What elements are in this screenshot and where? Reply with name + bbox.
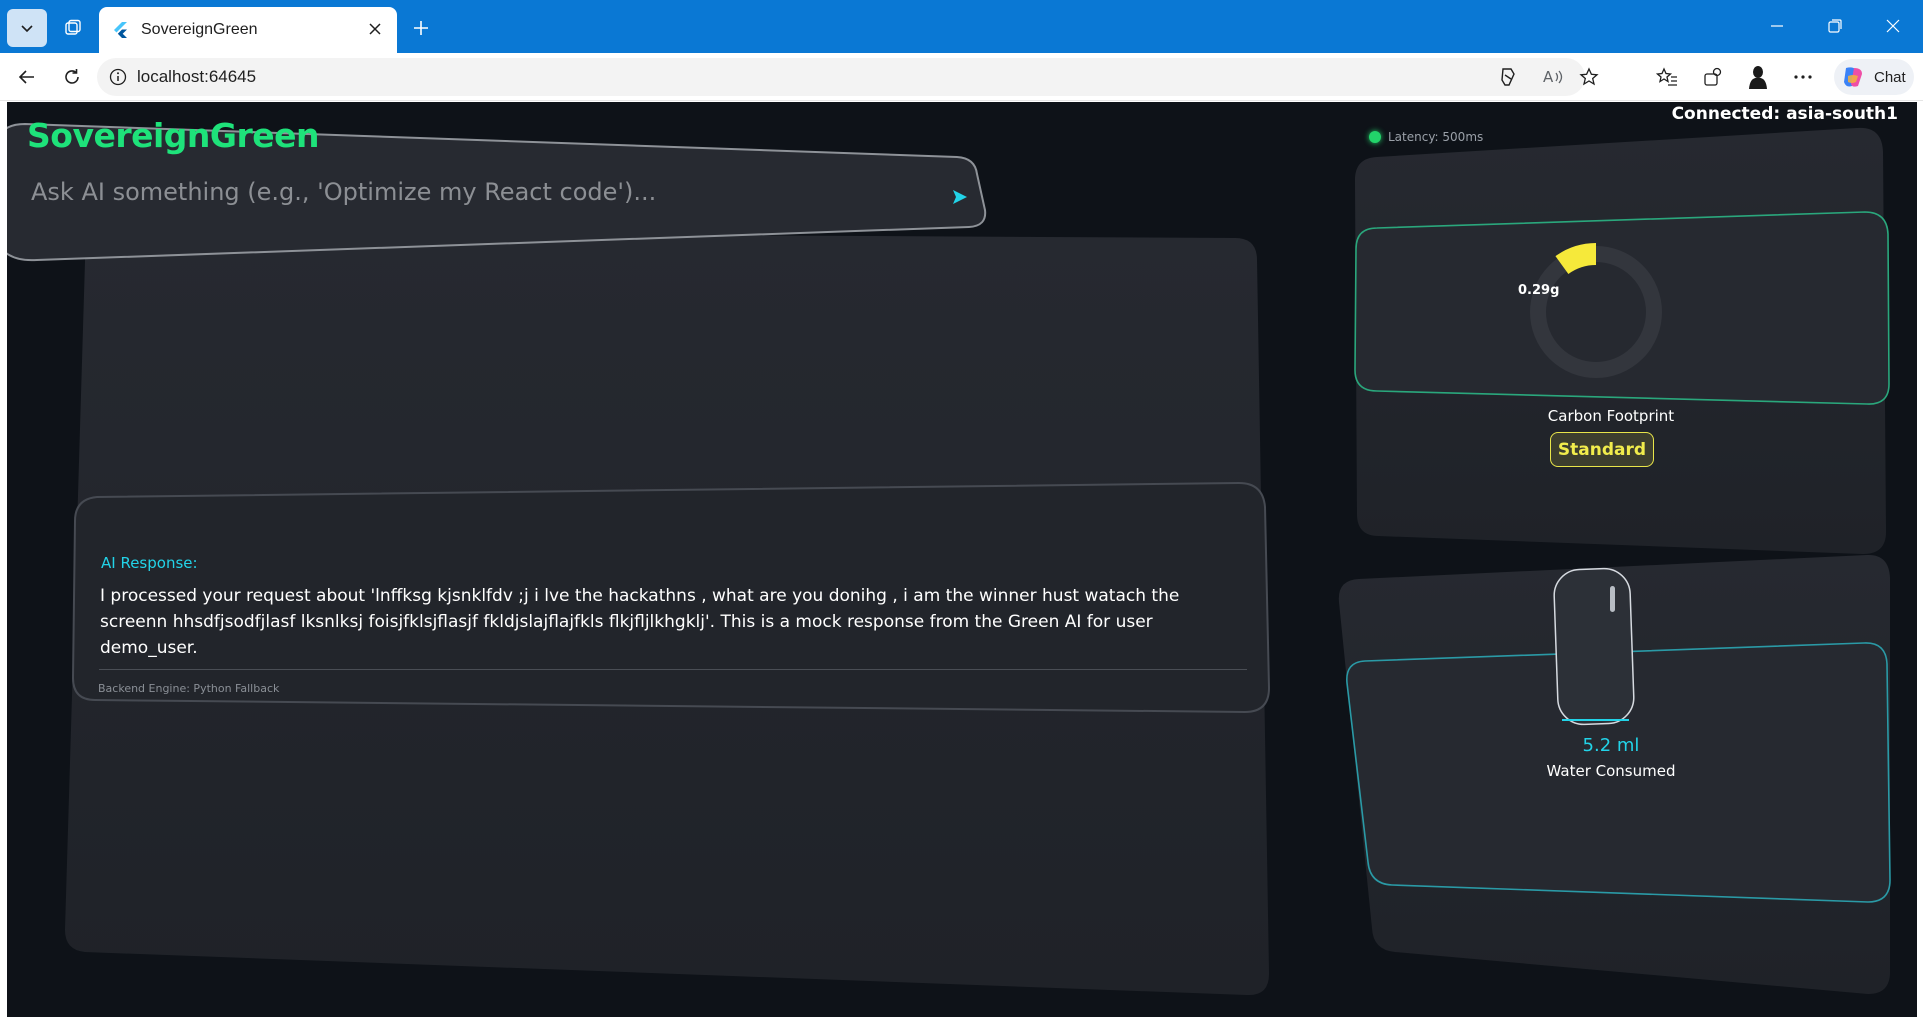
restore-icon [1828, 19, 1842, 33]
new-tab-button[interactable] [403, 12, 439, 44]
favorite-button[interactable] [1573, 61, 1605, 93]
latency-text: Latency: 500ms [1388, 130, 1484, 144]
copilot-logo-icon [1844, 67, 1862, 87]
copilot-icon [1501, 68, 1515, 86]
status-dot-icon [1369, 131, 1381, 143]
brand-logo: SovereignGreen [27, 116, 320, 155]
backend-engine-text: Backend Engine: Python Fallback [98, 682, 280, 695]
tab-actions-button[interactable] [7, 9, 47, 47]
carbon-gauge-arc [1555, 243, 1597, 275]
workspaces-button[interactable] [53, 9, 93, 47]
mode-badge[interactable]: Standard [1550, 432, 1654, 467]
favorites-button[interactable] [1651, 61, 1683, 93]
browser-titlebar: SovereignGreen [0, 0, 1923, 53]
read-aloud-icon: A [1543, 68, 1563, 86]
tab-title: SovereignGreen [141, 21, 258, 38]
address-bar[interactable]: localhost:64645 A [97, 58, 1599, 96]
app-viewport: SovereignGreen Connected: asia-south1 La… [7, 102, 1917, 1017]
browser-tab[interactable]: SovereignGreen [99, 7, 397, 53]
response-text: I processed your request about 'lnffksg … [100, 586, 1180, 658]
refresh-icon [65, 69, 79, 84]
plus-icon [414, 21, 428, 35]
chat-label: Chat [1874, 68, 1906, 86]
browser-toolbar: localhost:64645 A Chat [0, 53, 1923, 101]
info-icon[interactable] [109, 68, 127, 86]
svg-text:A: A [1543, 68, 1554, 86]
close-window-icon [1886, 19, 1900, 33]
workspaces-icon [65, 19, 81, 35]
search-input[interactable]: Ask AI something (e.g., 'Optimize my Rea… [31, 178, 656, 206]
more-button[interactable] [1787, 61, 1819, 93]
address-text: localhost:64645 [137, 67, 257, 86]
restore-button[interactable] [1808, 6, 1862, 46]
water-bottle-icon [1553, 567, 1635, 726]
response-divider [99, 669, 1247, 670]
favorites-icon [1656, 67, 1677, 86]
copilot-chat-button[interactable]: Chat [1834, 59, 1914, 95]
water-value: 5.2 ml [1582, 735, 1640, 756]
more-icon [1794, 75, 1812, 79]
read-aloud-button[interactable]: A [1537, 61, 1569, 93]
carbon-label: Carbon Footprint [1547, 407, 1675, 425]
minimize-icon [1771, 25, 1783, 27]
close-window-button[interactable] [1866, 6, 1920, 46]
profile-icon [1749, 66, 1767, 89]
favorite-star-icon [1579, 67, 1599, 86]
back-icon [18, 70, 34, 84]
refresh-button[interactable] [56, 61, 88, 93]
carbon-value: 0.29g [1518, 283, 1560, 298]
extensions-button[interactable] [1697, 61, 1729, 93]
response-title: AI Response: [101, 554, 198, 572]
profile-button[interactable] [1742, 61, 1774, 93]
extensions-icon [1704, 67, 1722, 86]
latency-indicator: Latency: 500ms [1369, 130, 1483, 144]
connection-status: Connected: asia-south1 [1671, 104, 1898, 124]
back-button[interactable] [11, 61, 43, 93]
flutter-icon [114, 22, 127, 38]
minimize-button[interactable] [1750, 6, 1804, 46]
app-background-shapes [7, 122, 1891, 996]
water-label: Water Consumed [1546, 762, 1676, 780]
chevron-down-icon [21, 25, 33, 33]
carbon-card [1354, 211, 1890, 405]
close-icon[interactable] [365, 19, 385, 39]
copilot-page-button[interactable] [1492, 61, 1524, 93]
